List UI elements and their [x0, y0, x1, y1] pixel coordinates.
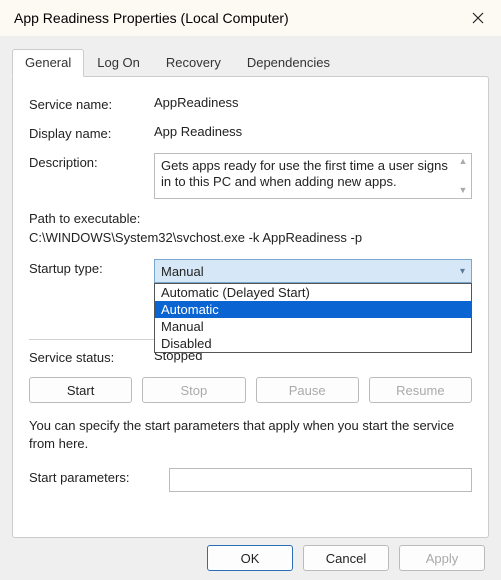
description-label: Description: — [29, 153, 154, 170]
path-value: C:\WINDOWS\System32\svchost.exe -k AppRe… — [29, 230, 472, 245]
service-status-label: Service status: — [29, 348, 154, 365]
tab-recovery[interactable]: Recovery — [153, 49, 234, 77]
tab-dependencies[interactable]: Dependencies — [234, 49, 343, 77]
description-box[interactable]: Gets apps ready for use the first time a… — [154, 153, 472, 199]
startup-type-display[interactable]: Manual ▾ — [154, 259, 472, 283]
service-name-value: AppReadiness — [154, 95, 472, 110]
apply-button: Apply — [399, 545, 485, 571]
startup-option-delayed[interactable]: Automatic (Delayed Start) — [155, 284, 471, 301]
path-label: Path to executable: — [29, 211, 472, 226]
description-scrollbar[interactable]: ▲ ▼ — [457, 156, 469, 196]
cancel-button[interactable]: Cancel — [303, 545, 389, 571]
startup-option-automatic[interactable]: Automatic — [155, 301, 471, 318]
startup-type-dropdown[interactable]: Automatic (Delayed Start) Automatic Manu… — [154, 283, 472, 353]
tab-log-on[interactable]: Log On — [84, 49, 153, 77]
description-text: Gets apps ready for use the first time a… — [161, 158, 465, 191]
titlebar: App Readiness Properties (Local Computer… — [0, 0, 501, 36]
chevron-down-icon: ▾ — [460, 266, 465, 277]
startup-type-select[interactable]: Manual ▾ Automatic (Delayed Start) Autom… — [154, 259, 472, 283]
tab-general[interactable]: General — [12, 49, 84, 77]
service-name-label: Service name: — [29, 95, 154, 112]
start-button[interactable]: Start — [29, 377, 132, 403]
startup-type-selected: Manual — [161, 264, 204, 279]
scroll-up-icon[interactable]: ▲ — [459, 156, 468, 167]
close-icon[interactable] — [463, 3, 493, 33]
start-params-row: Start parameters: — [29, 468, 472, 492]
start-params-note: You can specify the start parameters tha… — [29, 417, 472, 452]
startup-option-manual[interactable]: Manual — [155, 318, 471, 335]
stop-button: Stop — [142, 377, 245, 403]
pause-button: Pause — [256, 377, 359, 403]
scroll-down-icon[interactable]: ▼ — [459, 185, 468, 196]
tab-panel-general: Service name: AppReadiness Display name:… — [12, 76, 489, 538]
dialog-footer: OK Cancel Apply — [0, 536, 501, 580]
ok-button[interactable]: OK — [207, 545, 293, 571]
startup-type-row: Startup type: Manual ▾ Automatic (Delaye… — [29, 259, 472, 283]
start-params-label: Start parameters: — [29, 468, 169, 485]
display-name-row: Display name: App Readiness — [29, 124, 472, 141]
resume-button: Resume — [369, 377, 472, 403]
service-name-row: Service name: AppReadiness — [29, 95, 472, 112]
dialog-body: General Log On Recovery Dependencies Ser… — [0, 36, 501, 536]
display-name-value: App Readiness — [154, 124, 472, 139]
path-block: Path to executable: C:\WINDOWS\System32\… — [29, 211, 472, 245]
startup-option-disabled[interactable]: Disabled — [155, 335, 471, 352]
description-row: Description: Gets apps ready for use the… — [29, 153, 472, 199]
tab-strip: General Log On Recovery Dependencies — [12, 48, 489, 76]
startup-type-label: Startup type: — [29, 259, 154, 276]
window-title: App Readiness Properties (Local Computer… — [14, 10, 289, 26]
display-name-label: Display name: — [29, 124, 154, 141]
start-params-input[interactable] — [169, 468, 472, 492]
control-buttons: Start Stop Pause Resume — [29, 377, 472, 403]
